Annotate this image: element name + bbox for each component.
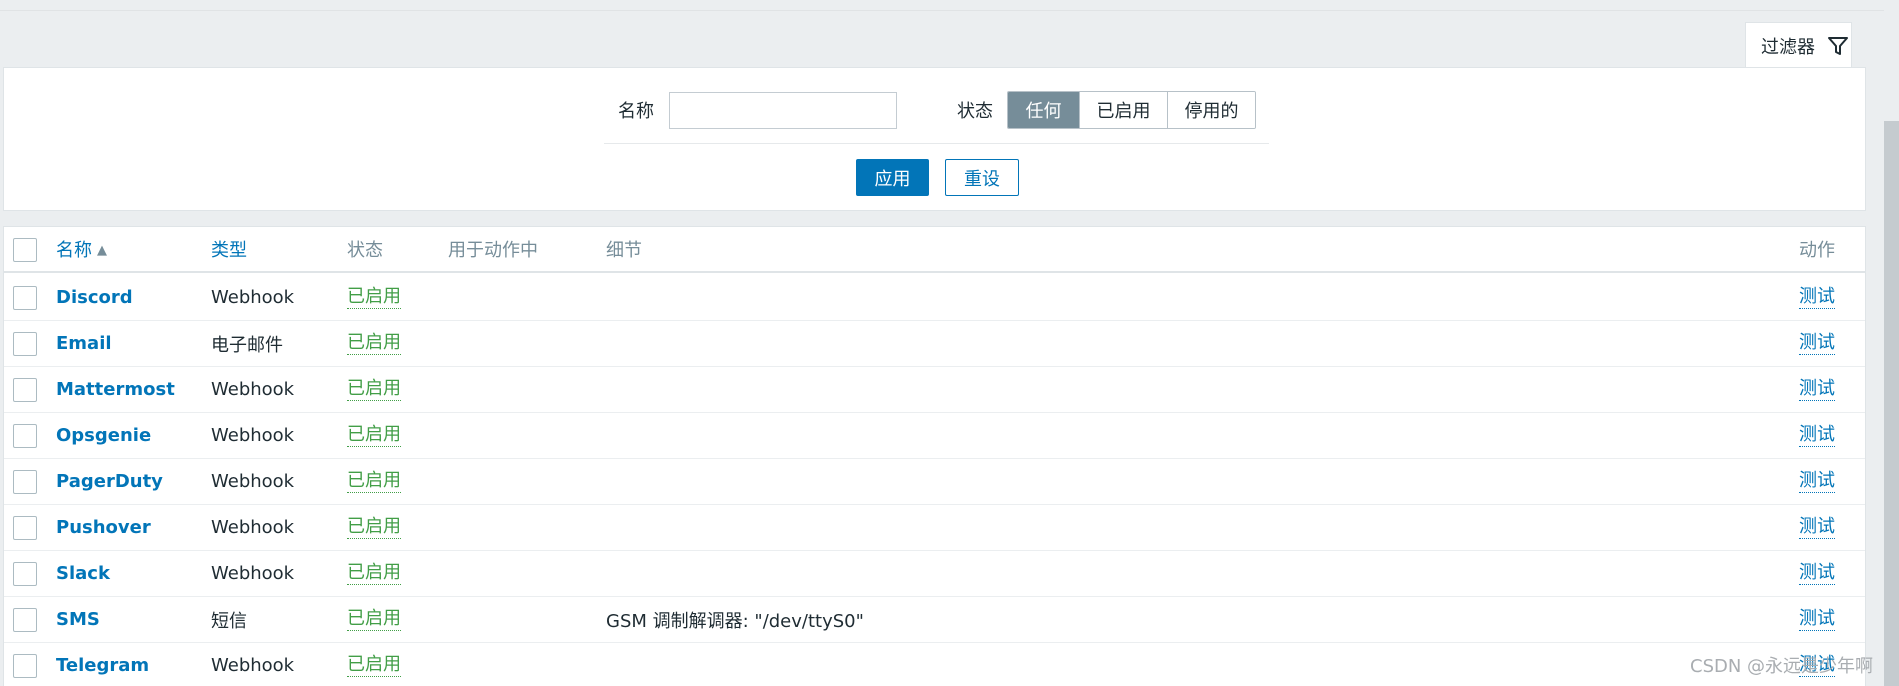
table-row: Mattermost Webhook 已启用 测试	[4, 367, 1865, 413]
filter-tab[interactable]: 过滤器	[1745, 22, 1852, 68]
media-type-name-link[interactable]: Discord	[56, 287, 133, 308]
status-option-disabled[interactable]: 停用的	[1167, 92, 1255, 128]
details-column-header: 细节	[606, 227, 642, 271]
media-type-type: Webhook	[211, 425, 295, 446]
test-link[interactable]: 测试	[1799, 424, 1835, 447]
table-row: Pushover Webhook 已启用 测试	[4, 505, 1865, 551]
status-toggle-link[interactable]: 已启用	[347, 332, 401, 355]
row-checkbox[interactable]	[13, 654, 37, 678]
media-type-name-link[interactable]: Telegram	[56, 655, 149, 676]
used-in-actions-column-header: 用于动作中	[448, 227, 538, 271]
test-link[interactable]: 测试	[1799, 332, 1835, 355]
status-toggle-link[interactable]: 已启用	[347, 286, 401, 309]
media-type-type: Webhook	[211, 287, 295, 308]
status-toggle-link[interactable]: 已启用	[347, 378, 401, 401]
row-checkbox[interactable]	[13, 562, 37, 586]
table-row: Telegram Webhook 已启用 测试	[4, 643, 1865, 686]
filter-divider	[604, 143, 1269, 144]
media-type-type: Webhook	[211, 517, 295, 538]
media-type-type: Webhook	[211, 563, 295, 584]
filter-icon	[1827, 35, 1849, 57]
type-column-header[interactable]: 类型	[211, 227, 247, 271]
status-toggle-link[interactable]: 已启用	[347, 562, 401, 585]
row-checkbox[interactable]	[13, 516, 37, 540]
media-type-details: GSM 调制解调器: "/dev/ttyS0"	[606, 610, 864, 632]
top-divider	[0, 10, 1899, 11]
table-row: SMS 短信 已启用 GSM 调制解调器: "/dev/ttyS0" 测试	[4, 597, 1865, 643]
name-filter-input[interactable]	[669, 92, 897, 129]
name-filter-label: 名称	[618, 101, 654, 122]
type-header-label[interactable]: 类型	[211, 236, 247, 262]
status-toggle-link[interactable]: 已启用	[347, 424, 401, 447]
test-link[interactable]: 测试	[1799, 608, 1835, 631]
row-checkbox[interactable]	[13, 332, 37, 356]
details-header-label: 细节	[606, 240, 642, 261]
status-option-enabled[interactable]: 已启用	[1079, 92, 1167, 128]
row-checkbox[interactable]	[13, 378, 37, 402]
test-link[interactable]: 测试	[1799, 516, 1835, 539]
test-link[interactable]: 测试	[1799, 470, 1835, 493]
media-type-name-link[interactable]: Pushover	[56, 517, 151, 538]
media-type-name-link[interactable]: Mattermost	[56, 379, 175, 400]
status-toggle-link[interactable]: 已启用	[347, 608, 401, 631]
table-row: Slack Webhook 已启用 测试	[4, 551, 1865, 597]
row-checkbox[interactable]	[13, 608, 37, 632]
apply-button[interactable]: 应用	[856, 159, 929, 196]
row-checkbox[interactable]	[13, 424, 37, 448]
row-checkbox[interactable]	[13, 470, 37, 494]
status-filter-label: 状态	[957, 101, 993, 122]
test-link[interactable]: 测试	[1799, 562, 1835, 585]
test-link[interactable]: 测试	[1799, 286, 1835, 309]
filter-panel: 名称 状态 任何 已启用 停用的 应用 重设	[3, 67, 1866, 211]
name-header-label[interactable]: 名称	[56, 236, 92, 262]
action-header-label: 动作	[1799, 240, 1835, 261]
used-in-actions-header-label: 用于动作中	[448, 240, 538, 261]
media-type-name-link[interactable]: Slack	[56, 563, 110, 584]
watermark: CSDN @永远是少年啊	[1690, 656, 1874, 677]
media-type-type: Webhook	[211, 655, 295, 676]
row-checkbox[interactable]	[13, 286, 37, 310]
select-all-checkbox[interactable]	[13, 238, 37, 262]
name-column-header[interactable]: 名称 ▲	[56, 227, 107, 271]
media-type-type: 短信	[211, 610, 247, 632]
status-option-any[interactable]: 任何	[1008, 92, 1079, 128]
status-toggle-link[interactable]: 已启用	[347, 654, 401, 677]
media-type-type: Webhook	[211, 471, 295, 492]
table-header: 名称 ▲ 类型 状态 用于动作中 细节 动作	[4, 227, 1865, 273]
reset-button[interactable]: 重设	[945, 159, 1019, 196]
media-type-type: 电子邮件	[211, 334, 283, 356]
media-type-type: Webhook	[211, 379, 295, 400]
status-header-label: 状态	[347, 240, 383, 261]
table-row: PagerDuty Webhook 已启用 测试	[4, 459, 1865, 505]
scrollbar-thumb[interactable]	[1884, 121, 1899, 686]
table-row: Opsgenie Webhook 已启用 测试	[4, 413, 1865, 459]
status-toggle-link[interactable]: 已启用	[347, 516, 401, 539]
table-row: Discord Webhook 已启用 测试	[4, 275, 1865, 321]
table-row: Email 电子邮件 已启用 测试	[4, 321, 1865, 367]
status-toggle-link[interactable]: 已启用	[347, 470, 401, 493]
media-type-name-link[interactable]: PagerDuty	[56, 471, 163, 492]
media-types-table: 名称 ▲ 类型 状态 用于动作中 细节 动作 Discord Webhook 已…	[3, 226, 1866, 686]
media-type-name-link[interactable]: Opsgenie	[56, 425, 151, 446]
media-type-name-link[interactable]: Email	[56, 333, 112, 354]
action-column-header: 动作	[1799, 227, 1835, 271]
sort-ascending-icon: ▲	[97, 242, 107, 258]
test-link[interactable]: 测试	[1799, 378, 1835, 401]
filter-tab-label: 过滤器	[1761, 36, 1815, 58]
status-column-header: 状态	[347, 227, 383, 271]
media-type-name-link[interactable]: SMS	[56, 609, 100, 630]
status-segmented-control: 任何 已启用 停用的	[1007, 91, 1256, 129]
